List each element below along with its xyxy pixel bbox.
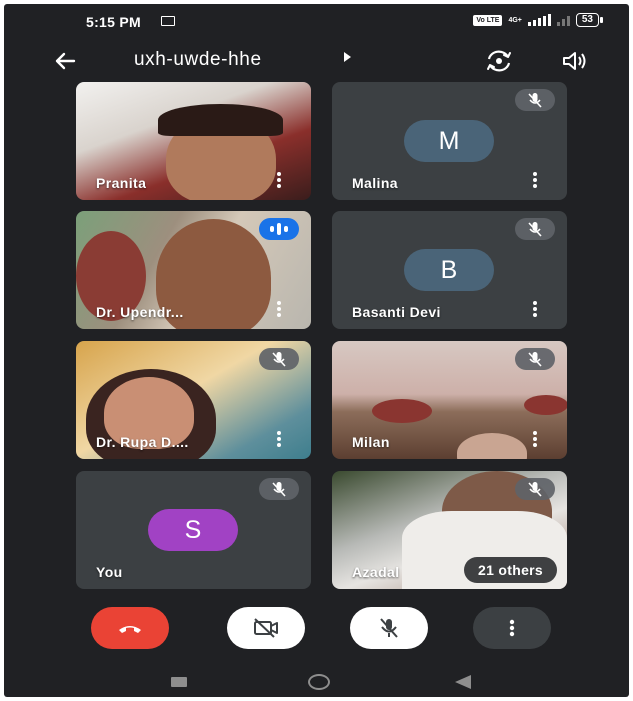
status-time: 5:15 PM bbox=[86, 14, 142, 30]
volte-badge: Vo LTE bbox=[473, 14, 503, 26]
mic-off-icon bbox=[380, 618, 398, 638]
wall-decoration bbox=[524, 395, 567, 415]
back-arrow-icon[interactable] bbox=[50, 46, 80, 76]
more-vert-icon[interactable] bbox=[277, 301, 281, 317]
participant-tile-you[interactable]: S You bbox=[76, 471, 311, 589]
speaking-indicator-icon bbox=[259, 218, 299, 240]
participant-name: Milan bbox=[352, 434, 390, 450]
mic-off-icon bbox=[515, 89, 555, 111]
switch-camera-icon[interactable] bbox=[482, 46, 516, 76]
end-call-button[interactable] bbox=[91, 607, 169, 649]
participant-tile-basanti[interactable]: B Basanti Devi bbox=[332, 211, 567, 329]
mic-off-icon bbox=[515, 218, 555, 240]
recent-apps-icon[interactable] bbox=[171, 677, 187, 687]
participant-name: You bbox=[96, 564, 123, 580]
end-call-icon bbox=[119, 626, 141, 633]
more-vert-icon[interactable] bbox=[533, 301, 537, 317]
participant-tile-rupa[interactable]: Dr. Rupa D.... bbox=[76, 341, 311, 459]
avatar: M bbox=[404, 120, 494, 162]
participant-name: Malina bbox=[352, 175, 398, 191]
participant-hair bbox=[158, 104, 283, 136]
nav-back-icon[interactable] bbox=[455, 675, 471, 689]
participant-tile-malina[interactable]: M Malina bbox=[332, 82, 567, 200]
more-vert-icon[interactable] bbox=[533, 172, 537, 188]
participant-tile-upendra[interactable]: Dr. Upendr... bbox=[76, 211, 311, 329]
participant-name: Dr. Rupa D.... bbox=[96, 434, 189, 450]
home-icon[interactable] bbox=[308, 674, 330, 690]
others-count-chip[interactable]: 21 others bbox=[464, 557, 557, 583]
signal-sim2-icon bbox=[556, 14, 570, 26]
more-vert-icon[interactable] bbox=[533, 431, 537, 447]
meeting-code[interactable]: uxh-uwde-hhe bbox=[134, 49, 262, 71]
mic-toggle-button[interactable] bbox=[350, 607, 428, 649]
participant-tile-pranita[interactable]: Pranita bbox=[76, 82, 311, 200]
meet-call-screen: 5:15 PM Vo LTE 4G+ 53 uxh-uwde-hhe Prani… bbox=[4, 4, 629, 697]
mic-off-icon bbox=[515, 478, 555, 500]
participant-name: Basanti Devi bbox=[352, 304, 441, 320]
camera-off-icon bbox=[254, 618, 278, 638]
mic-off-icon bbox=[515, 348, 555, 370]
call-header: uxh-uwde-hhe bbox=[4, 40, 629, 82]
participant-tile-azadal[interactable]: Azadal 21 others bbox=[332, 471, 567, 589]
meeting-info-arrow-icon[interactable] bbox=[344, 52, 351, 62]
battery-icon: 53 bbox=[575, 13, 604, 27]
participant-name: Dr. Upendr... bbox=[96, 304, 184, 320]
signal-icon bbox=[527, 14, 551, 26]
participant-name: Pranita bbox=[96, 175, 147, 191]
avatar: S bbox=[148, 509, 238, 551]
participant-tile-milan[interactable]: Milan bbox=[332, 341, 567, 459]
wall-decoration bbox=[372, 399, 432, 423]
cast-icon bbox=[161, 16, 175, 26]
more-options-button[interactable] bbox=[473, 607, 551, 649]
participant-name: Azadal bbox=[352, 564, 400, 580]
more-vert-icon[interactable] bbox=[277, 172, 281, 188]
network-type: 4G+ bbox=[508, 16, 522, 24]
camera-toggle-button[interactable] bbox=[227, 607, 305, 649]
status-bar: 5:15 PM Vo LTE 4G+ 53 bbox=[4, 4, 629, 40]
mic-off-icon bbox=[259, 348, 299, 370]
more-vert-icon[interactable] bbox=[277, 431, 281, 447]
mic-off-icon bbox=[259, 478, 299, 500]
participant-video bbox=[457, 433, 527, 459]
status-indicators: Vo LTE 4G+ 53 bbox=[473, 13, 604, 27]
more-options-icon bbox=[509, 619, 515, 637]
avatar: B bbox=[404, 249, 494, 291]
system-nav-bar bbox=[4, 664, 629, 697]
speaker-icon[interactable] bbox=[559, 46, 589, 76]
